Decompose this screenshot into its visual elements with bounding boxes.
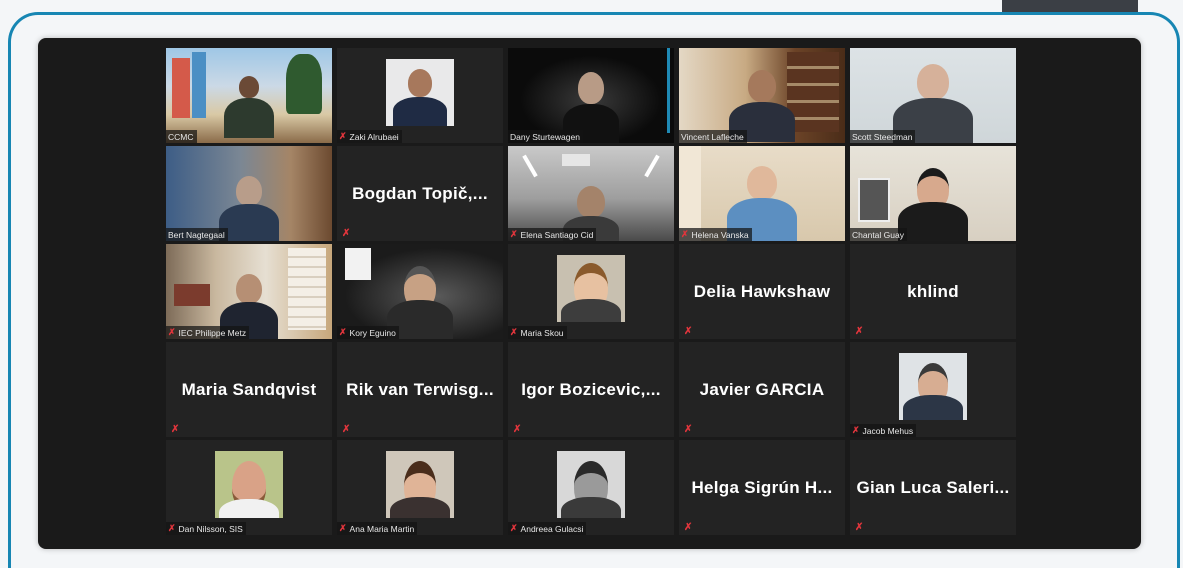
participant-tile[interactable]: ✗ Dan Nilsson, SIS	[166, 440, 332, 535]
mic-muted-icon: ✗	[339, 327, 347, 337]
mic-muted-icon: ✗	[342, 424, 351, 435]
participant-video	[166, 244, 332, 339]
participant-name-label: Scott Steedman	[850, 130, 916, 143]
participant-video	[679, 48, 845, 143]
participant-tile[interactable]: ✗ Maria Skou	[508, 244, 674, 339]
mic-muted-icon: ✗	[852, 425, 860, 435]
mic-muted-icon: ✗	[339, 131, 347, 141]
participant-grid: CCMC ✗ Zaki Alrubaei Dany Sturtewagen Vi…	[166, 48, 1016, 535]
participant-tile[interactable]: Igor Bozicevic,... ✗	[508, 342, 674, 437]
participant-name-label: Dany Sturtewagen	[508, 130, 583, 143]
participant-display-name: Rik van Terwisg...	[346, 380, 494, 399]
participant-video	[166, 48, 332, 143]
mic-muted-icon: ✗	[510, 229, 518, 239]
mic-muted-icon: ✗	[681, 229, 689, 239]
participant-video	[508, 48, 674, 143]
participant-name-label: ✗ Jacob Mehus	[850, 424, 917, 437]
participant-video	[337, 244, 503, 339]
mic-muted-icon: ✗	[339, 523, 347, 533]
participant-tile[interactable]: CCMC	[166, 48, 332, 143]
participant-tile[interactable]: Delia Hawkshaw ✗	[679, 244, 845, 339]
participant-tile[interactable]: ✗ Zaki Alrubaei	[337, 48, 503, 143]
participant-tile[interactable]: Scott Steedman	[850, 48, 1016, 143]
participant-name-label: ✗ Ana Maria Martin	[337, 522, 418, 535]
participant-tile[interactable]: Vincent Lafleche	[679, 48, 845, 143]
participant-video	[850, 146, 1016, 241]
participant-video	[508, 146, 674, 241]
mic-muted-icon: ✗	[342, 228, 351, 239]
participant-photo	[386, 451, 454, 518]
mic-muted-icon: ✗	[855, 326, 864, 337]
participant-tile[interactable]: ✗ Helena Vanska	[679, 146, 845, 241]
mic-muted-icon: ✗	[168, 327, 176, 337]
participant-video	[166, 146, 332, 241]
participant-name-label: Bert Nagtegaal	[166, 228, 228, 241]
mic-muted-icon: ✗	[510, 327, 518, 337]
participant-tile[interactable]: khlind ✗	[850, 244, 1016, 339]
top-tab	[1002, 0, 1138, 12]
participant-name-label: CCMC	[166, 130, 197, 143]
mic-muted-icon: ✗	[513, 424, 522, 435]
participant-tile-active-speaker[interactable]: Chantal Guay	[850, 146, 1016, 241]
participant-name-label: ✗ Maria Skou	[508, 326, 567, 339]
participant-photo	[215, 451, 283, 518]
mic-muted-icon: ✗	[684, 522, 693, 533]
participant-tile[interactable]: Bert Nagtegaal	[166, 146, 332, 241]
participant-name-label: ✗ Elena Santiago Cid	[508, 228, 597, 241]
participant-tile[interactable]: ✗ Andreea Gulacsi	[508, 440, 674, 535]
mic-muted-icon: ✗	[684, 424, 693, 435]
participant-video	[679, 146, 845, 241]
participant-name-label: ✗ Zaki Alrubaei	[337, 130, 402, 143]
participant-display-name: Igor Bozicevic,...	[521, 380, 661, 399]
participant-tile[interactable]: Helga Sigrún H... ✗	[679, 440, 845, 535]
participant-name-label: ✗ Andreea Gulacsi	[508, 522, 587, 535]
zoom-gallery-window: CCMC ✗ Zaki Alrubaei Dany Sturtewagen Vi…	[38, 38, 1141, 549]
mic-muted-icon: ✗	[855, 522, 864, 533]
mic-muted-icon: ✗	[168, 523, 176, 533]
participant-photo	[899, 353, 967, 420]
participant-tile[interactable]: Bogdan Topič,... ✗	[337, 146, 503, 241]
participant-photo	[557, 451, 625, 518]
participant-name-label: ✗ Dan Nilsson, SIS	[166, 522, 246, 535]
participant-display-name: Javier GARCIA	[699, 380, 825, 399]
participant-name-label: Vincent Lafleche	[679, 130, 747, 143]
participant-photo	[557, 255, 625, 322]
participant-display-name: Delia Hawkshaw	[693, 282, 831, 301]
mic-muted-icon: ✗	[510, 523, 518, 533]
participant-tile[interactable]: Gian Luca Saleri... ✗	[850, 440, 1016, 535]
participant-name-label: Chantal Guay	[850, 228, 907, 241]
participant-tile[interactable]: ✗ IEC Philippe Metz	[166, 244, 332, 339]
participant-name-label: ✗ Kory Eguino	[337, 326, 399, 339]
participant-tile[interactable]: ✗ Kory Eguino	[337, 244, 503, 339]
participant-video	[850, 48, 1016, 143]
participant-tile[interactable]: Maria Sandqvist ✗	[166, 342, 332, 437]
participant-display-name: khlind	[907, 282, 959, 301]
participant-display-name: Helga Sigrún H...	[691, 478, 833, 497]
participant-display-name: Gian Luca Saleri...	[856, 478, 1010, 497]
participant-display-name: Bogdan Topič,...	[352, 184, 488, 203]
participant-name-label: ✗ Helena Vanska	[679, 228, 752, 241]
mic-muted-icon: ✗	[684, 326, 693, 337]
participant-tile[interactable]: ✗ Elena Santiago Cid	[508, 146, 674, 241]
participant-tile[interactable]: Dany Sturtewagen	[508, 48, 674, 143]
participant-name-label: ✗ IEC Philippe Metz	[166, 326, 250, 339]
mic-muted-icon: ✗	[171, 424, 180, 435]
participant-tile[interactable]: Javier GARCIA ✗	[679, 342, 845, 437]
participant-tile[interactable]: ✗ Jacob Mehus	[850, 342, 1016, 437]
participant-photo	[386, 59, 454, 126]
participant-tile[interactable]: Rik van Terwisg... ✗	[337, 342, 503, 437]
participant-tile[interactable]: ✗ Ana Maria Martin	[337, 440, 503, 535]
participant-display-name: Maria Sandqvist	[181, 380, 317, 399]
